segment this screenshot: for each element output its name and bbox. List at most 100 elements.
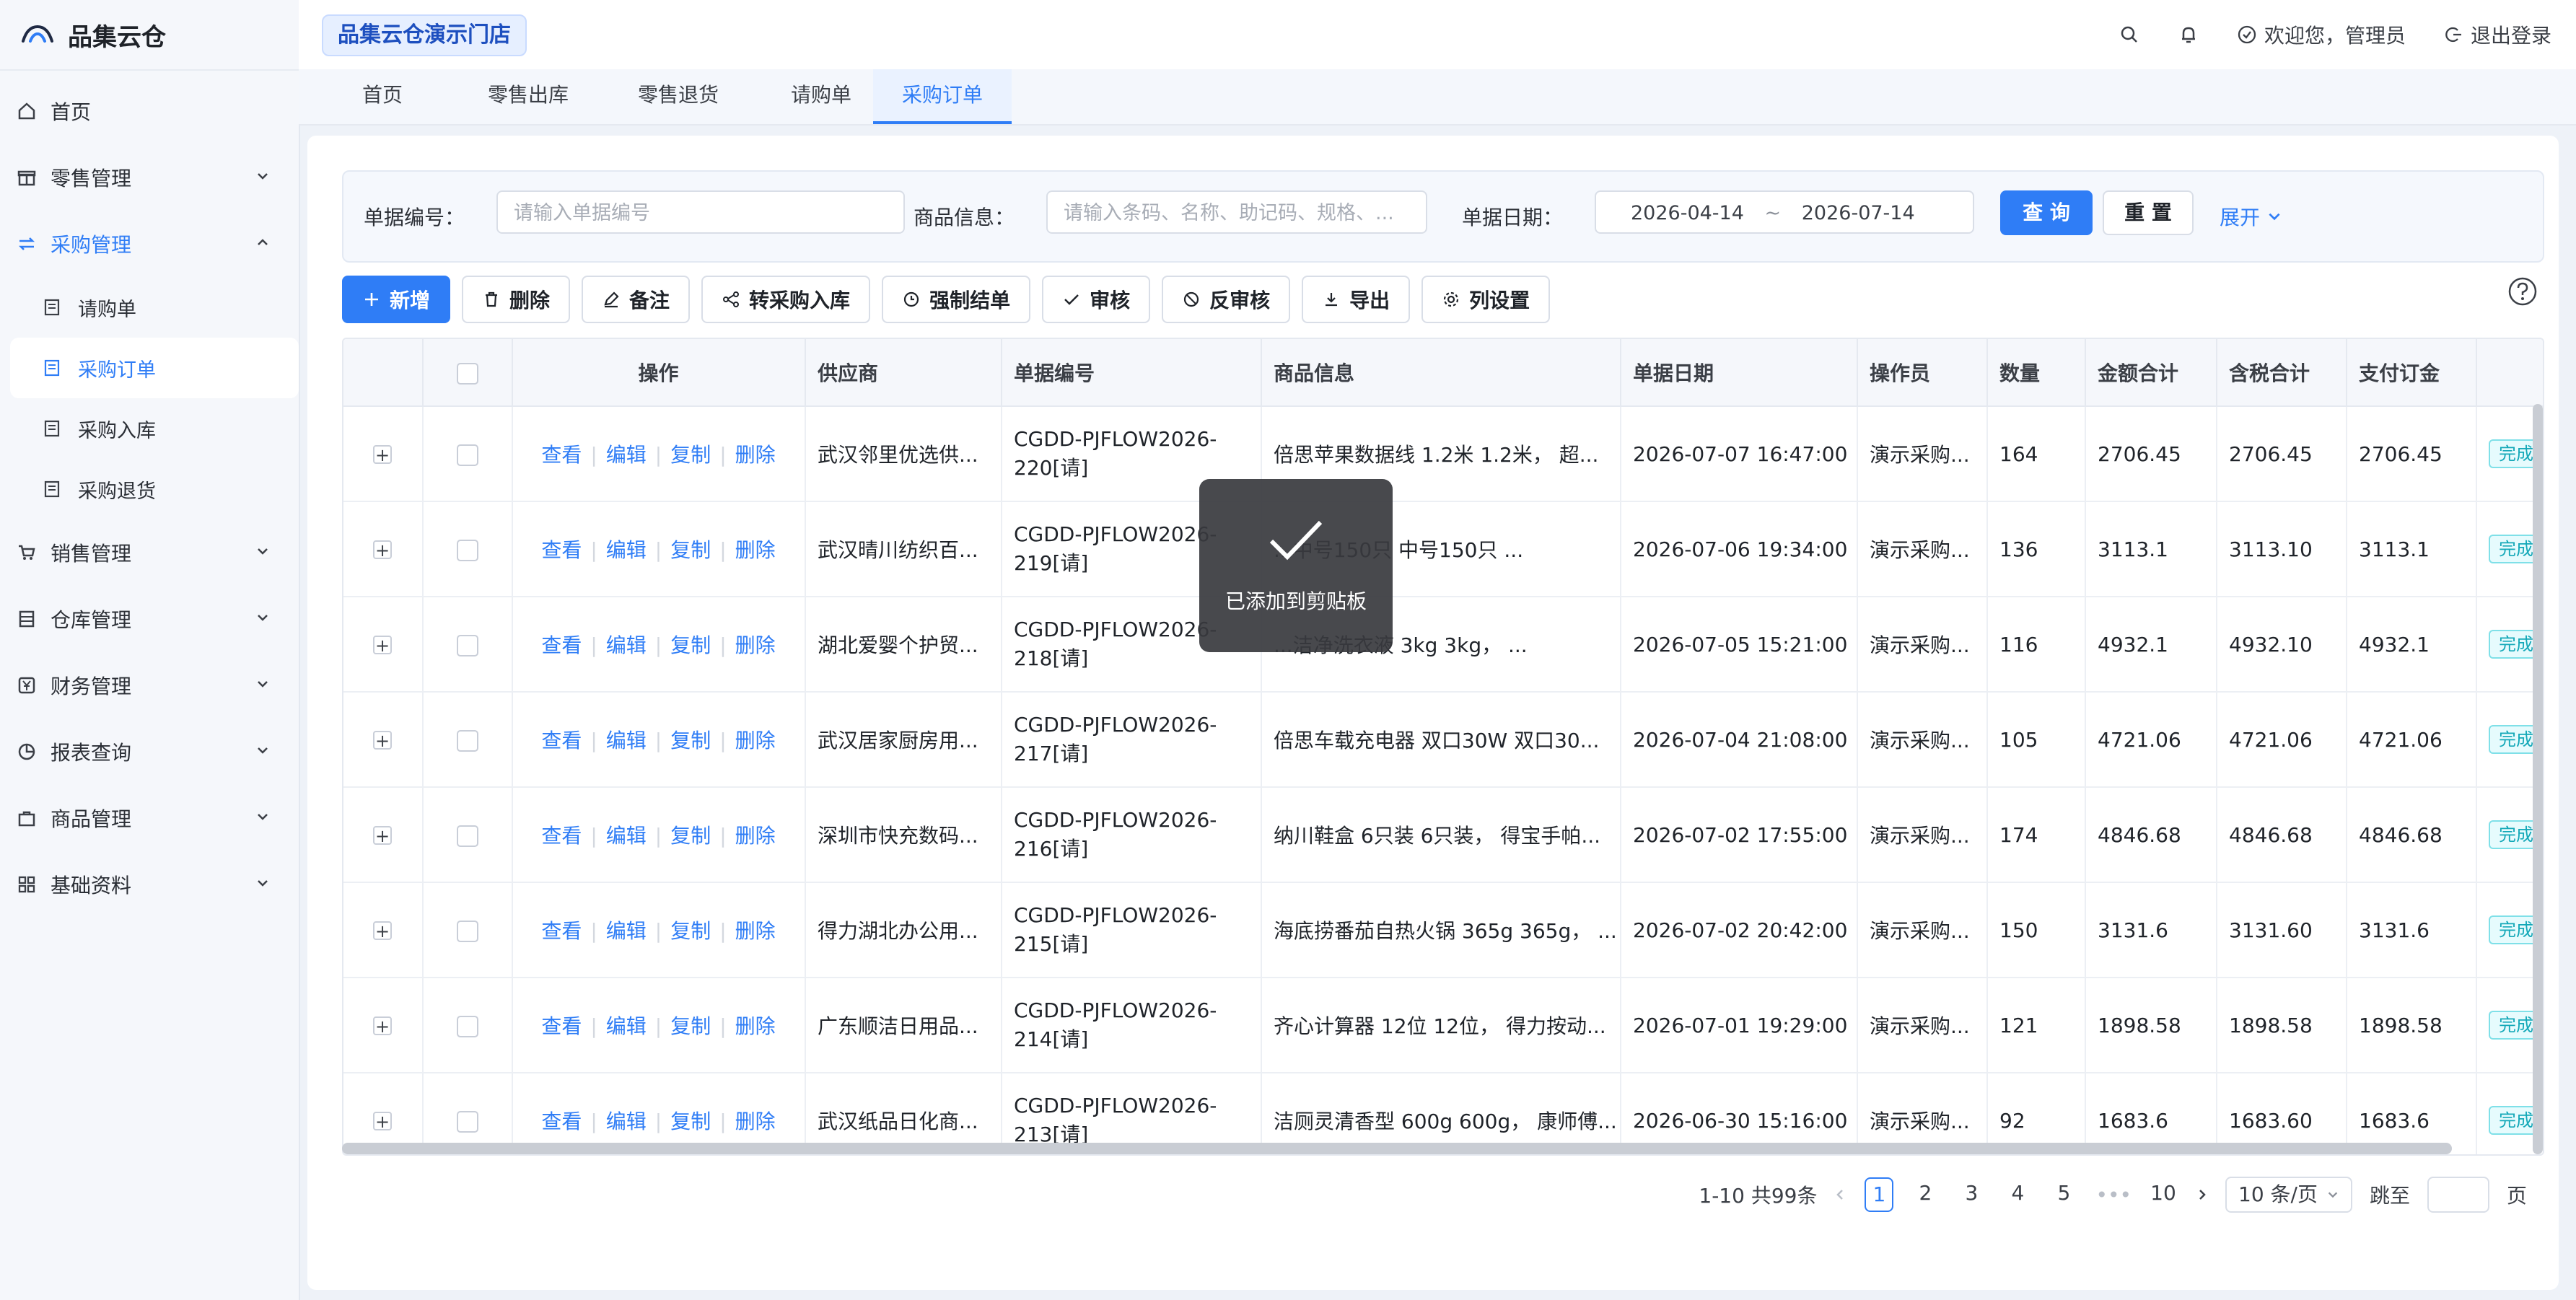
sidebar-item-retail[interactable]: 零售管理 — [0, 144, 299, 211]
delete-link[interactable]: 删除 — [735, 633, 776, 657]
jump-input[interactable] — [2427, 1177, 2489, 1213]
force-close-button[interactable]: 强制结单 — [882, 276, 1031, 323]
view-link[interactable]: 查看 — [541, 729, 582, 752]
table-row[interactable]: + 查看 | 编辑 | 复制 | 删除 湖北爱婴个护贸... CGDD-PJFLOW2026-21… — [343, 597, 2543, 693]
export-button[interactable]: 导出 — [1302, 276, 1411, 323]
tab-requisition[interactable]: 请购单 — [762, 69, 880, 121]
delete-link[interactable]: 删除 — [735, 443, 776, 467]
date-range-input[interactable]: 2026-04-14 ~ 2026-07-14 — [1595, 190, 1974, 234]
expand-row-button[interactable]: + — [373, 825, 392, 845]
expand-row-button[interactable]: + — [373, 444, 392, 464]
page-3[interactable]: 3 — [1957, 1177, 1986, 1212]
store-badge[interactable]: 品集云仓演示门店 — [322, 14, 527, 56]
remark-button[interactable]: 备注 — [582, 276, 691, 323]
page-last[interactable]: 10 — [2149, 1177, 2178, 1212]
goods-input[interactable]: 请输入条码、名称、助记码、规格、... — [1046, 190, 1427, 234]
page-1[interactable]: 1 — [1865, 1177, 1894, 1212]
order-no-cell[interactable]: CGDD-PJFLOW2026-215[请] — [1002, 882, 1262, 978]
edit-link[interactable]: 编辑 — [606, 443, 647, 467]
sidebar-subitem-return[interactable]: 采购退货 — [0, 459, 299, 519]
copy-link[interactable]: 复制 — [670, 1014, 711, 1038]
table-row[interactable]: + 查看 | 编辑 | 复制 | 删除 深圳市快充数码... CGDD-PJFLOW2026-21… — [343, 787, 2543, 883]
copy-link[interactable]: 复制 — [670, 633, 711, 657]
view-link[interactable]: 查看 — [541, 919, 582, 943]
row-checkbox[interactable] — [456, 539, 478, 561]
column-settings-button[interactable]: 列设置 — [1421, 276, 1551, 323]
edit-link[interactable]: 编辑 — [606, 633, 647, 657]
delete-link[interactable]: 删除 — [735, 1110, 776, 1133]
chevron-left-icon[interactable] — [1834, 1188, 1847, 1201]
logout-button[interactable]: 退出登录 — [2443, 20, 2551, 49]
sidebar-subitem-purchase-order[interactable]: 采购订单 — [10, 338, 299, 398]
page-5[interactable]: 5 — [2049, 1177, 2078, 1212]
sidebar-item-warehouse[interactable]: 仓库管理 — [0, 586, 299, 652]
sidebar-item-basic-data[interactable]: 基础资料 — [0, 851, 299, 918]
edit-link[interactable]: 编辑 — [606, 824, 647, 848]
expand-link[interactable]: 展开 — [2220, 202, 2282, 231]
copy-link[interactable]: 复制 — [670, 729, 711, 752]
table-row[interactable]: + 查看 | 编辑 | 复制 | 删除 武汉居家厨房用... CGDD-PJFLOW2026-21… — [343, 692, 2543, 788]
view-link[interactable]: 查看 — [541, 1014, 582, 1038]
row-checkbox[interactable] — [456, 1110, 478, 1133]
table-row[interactable]: + 查看 | 编辑 | 复制 | 删除 广东顺洁日用品... CGDD-PJFLOW2026-21… — [343, 978, 2543, 1073]
tab-home[interactable]: 首页 — [333, 69, 431, 121]
delete-link[interactable]: 删除 — [735, 1014, 776, 1038]
sidebar-item-goods[interactable]: 商品管理 — [0, 785, 299, 851]
row-checkbox[interactable] — [456, 729, 478, 752]
copy-link[interactable]: 复制 — [670, 824, 711, 848]
copy-link[interactable]: 复制 — [670, 919, 711, 943]
page-4[interactable]: 4 — [2003, 1177, 2032, 1212]
view-link[interactable]: 查看 — [541, 633, 582, 657]
select-all-checkbox[interactable] — [456, 362, 478, 385]
tab-retail-return[interactable]: 零售退货 — [609, 69, 748, 121]
notification-button[interactable] — [2178, 24, 2199, 45]
expand-row-button[interactable]: + — [373, 921, 392, 940]
table-row[interactable]: + 查看 | 编辑 | 复制 | 删除 武汉晴川纺织百... CGDD-PJFLOW2026-21… — [343, 501, 2543, 597]
edit-link[interactable]: 编辑 — [606, 729, 647, 752]
expand-row-button[interactable]: + — [373, 730, 392, 750]
delete-button[interactable]: 删除 — [462, 276, 571, 323]
delete-link[interactable]: 删除 — [735, 919, 776, 943]
unaudit-button[interactable]: 反审核 — [1162, 276, 1291, 323]
table-row[interactable]: + 查看 | 编辑 | 复制 | 删除 武汉邻里优选供... CGDD-PJFLOW2026-22… — [343, 406, 2543, 502]
copy-link[interactable]: 复制 — [670, 1110, 711, 1133]
sidebar-item-sales[interactable]: 销售管理 — [0, 519, 299, 586]
view-link[interactable]: 查看 — [541, 538, 582, 562]
page-size-select[interactable]: 10 条/页 — [2225, 1177, 2352, 1213]
add-button[interactable]: 新增 — [342, 276, 451, 323]
edit-link[interactable]: 编辑 — [606, 919, 647, 943]
sidebar-item-home[interactable]: 首页 — [0, 78, 299, 144]
horizontal-scrollbar[interactable] — [342, 1143, 2452, 1154]
expand-row-button[interactable]: + — [373, 1016, 392, 1035]
row-checkbox[interactable] — [456, 920, 478, 942]
sidebar-item-purchase[interactable]: 采购管理 — [0, 211, 299, 277]
query-button[interactable]: 查 询 — [2000, 190, 2093, 235]
expand-row-button[interactable]: + — [373, 540, 392, 559]
copy-link[interactable]: 复制 — [670, 538, 711, 562]
delete-link[interactable]: 删除 — [735, 729, 776, 752]
chevron-right-icon[interactable] — [2195, 1188, 2208, 1201]
view-link[interactable]: 查看 — [541, 443, 582, 467]
tab-purchase-order[interactable]: 采购订单 — [873, 69, 1012, 124]
edit-link[interactable]: 编辑 — [606, 538, 647, 562]
search-button[interactable] — [2119, 24, 2140, 45]
sidebar-subitem-requisition[interactable]: 请购单 — [0, 277, 299, 338]
delete-link[interactable]: 删除 — [735, 824, 776, 848]
order-no-cell[interactable]: CGDD-PJFLOW2026-214[请] — [1002, 978, 1262, 1073]
sidebar-item-reports[interactable]: 报表查询 — [0, 719, 299, 785]
page-2[interactable]: 2 — [1911, 1177, 1940, 1212]
view-link[interactable]: 查看 — [541, 1110, 582, 1133]
tab-retail-out[interactable]: 零售出库 — [459, 69, 597, 121]
row-checkbox[interactable] — [456, 825, 478, 847]
delete-link[interactable]: 删除 — [735, 538, 776, 562]
order-no-cell[interactable]: CGDD-PJFLOW2026-217[请] — [1002, 692, 1262, 788]
audit-button[interactable]: 审核 — [1042, 276, 1151, 323]
row-checkbox[interactable] — [456, 634, 478, 656]
to-inbound-button[interactable]: 转采购入库 — [701, 276, 871, 323]
edit-link[interactable]: 编辑 — [606, 1014, 647, 1038]
table-row[interactable]: + 查看 | 编辑 | 复制 | 删除 得力湖北办公用... CGDD-PJFLOW2026-21… — [343, 882, 2543, 978]
edit-link[interactable]: 编辑 — [606, 1110, 647, 1133]
order-no-cell[interactable]: CGDD-PJFLOW2026-216[请] — [1002, 787, 1262, 883]
row-checkbox[interactable] — [456, 444, 478, 466]
row-checkbox[interactable] — [456, 1015, 478, 1037]
